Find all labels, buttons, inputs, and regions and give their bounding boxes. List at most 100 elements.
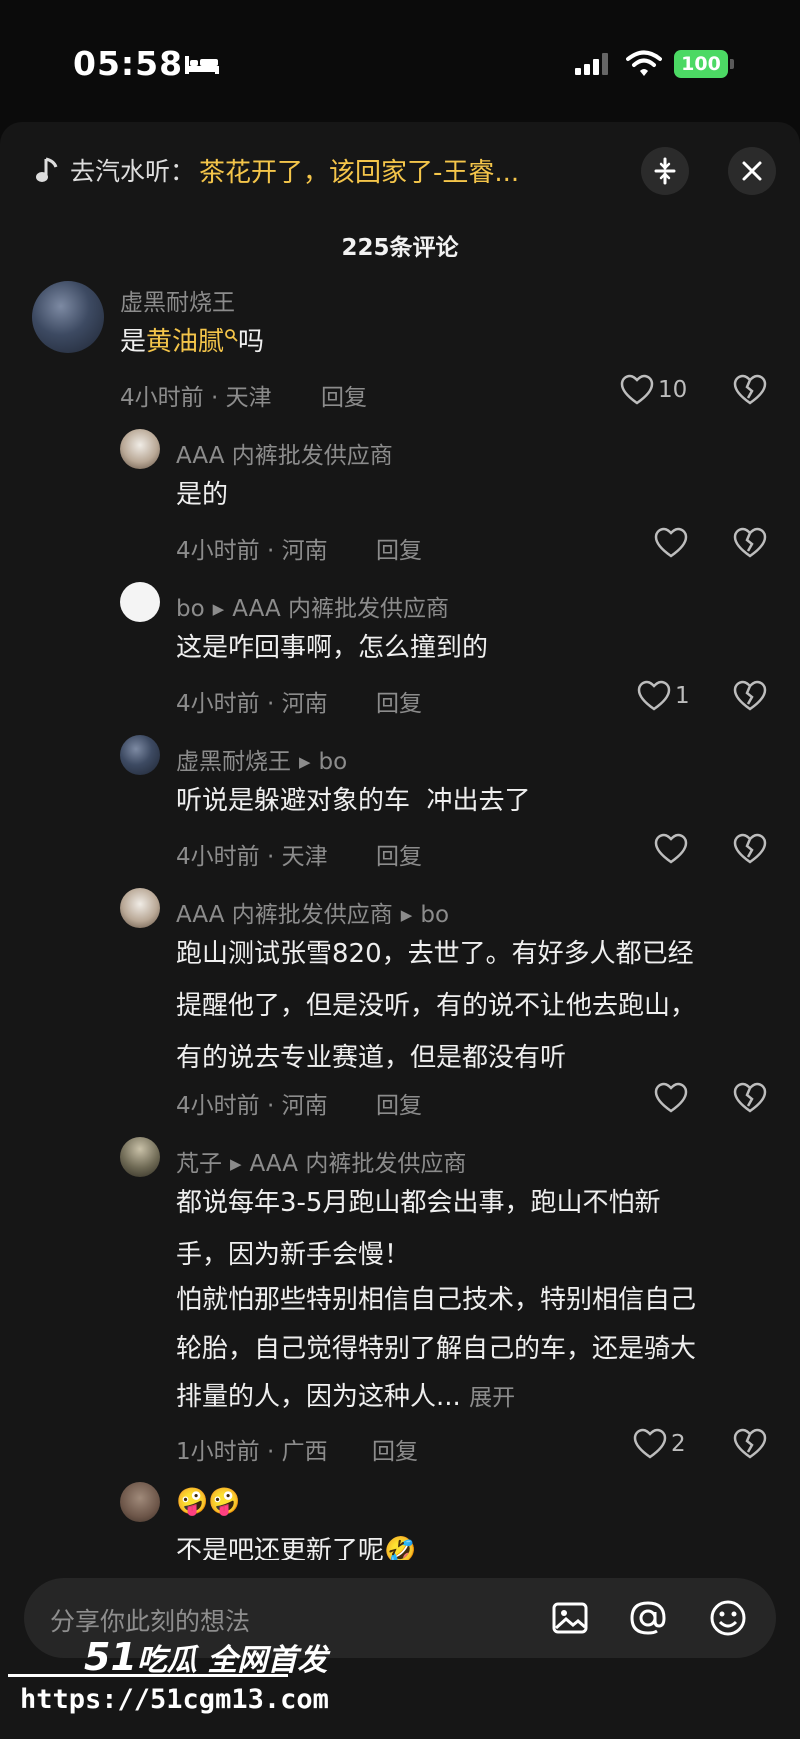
comment-text-line: 有的说去专业赛道，但是都没有听 xyxy=(176,1043,567,1073)
avatar[interactable] xyxy=(120,429,160,469)
comment-input-placeholder: 分享你此刻的想法 xyxy=(50,1607,251,1636)
battery-indicator: 100 xyxy=(674,50,728,78)
comment-count: 225条评论 xyxy=(341,235,459,261)
comment-text-truncated: 排量的人，因为这种人... xyxy=(176,1382,461,1412)
collapse-icon xyxy=(654,157,676,185)
search-icon xyxy=(225,329,238,342)
broken-heart-icon[interactable] xyxy=(733,833,767,865)
music-prefix: 去汽水听： xyxy=(70,157,196,186)
like-button[interactable] xyxy=(654,527,692,559)
status-time: 05:58 xyxy=(73,44,184,83)
at-icon[interactable] xyxy=(628,1598,668,1638)
comment-text-line: 排量的人，因为这种人... 展开 xyxy=(176,1373,515,1422)
comment-text-line: 提醒他了，但是没听，有的说不让他去跑山， xyxy=(176,991,697,1021)
comment-author[interactable]: 芃子 ▶ AAA 内裤批发供应商 xyxy=(176,1144,466,1178)
comment-author[interactable]: AAA 内裤批发供应商 xyxy=(176,436,393,470)
reply-button[interactable]: 回复 xyxy=(376,1086,422,1120)
comment-meta: 4小时前 · 河南 xyxy=(176,1093,328,1119)
broken-heart-icon[interactable] xyxy=(733,374,767,406)
reply-button[interactable]: 回复 xyxy=(376,684,422,718)
emoji-icon[interactable] xyxy=(708,1598,748,1638)
music-link[interactable]: 去汽水听： 茶花开了，该回家了-王睿... xyxy=(36,150,519,190)
heart-icon xyxy=(637,680,671,711)
image-icon[interactable] xyxy=(550,1598,590,1638)
broken-heart-icon[interactable] xyxy=(733,1428,767,1460)
reply-target: bo xyxy=(420,902,450,928)
heart-icon xyxy=(633,1428,667,1459)
avatar[interactable] xyxy=(120,1137,160,1177)
comment-text: 是黄油腻吗 xyxy=(120,318,264,366)
like-button[interactable]: 2 xyxy=(633,1428,686,1460)
comment-meta: 1小时前 · 广西 xyxy=(176,1439,328,1465)
reply-arrow-icon: ▶ xyxy=(230,1155,242,1173)
like-button[interactable] xyxy=(654,1082,692,1114)
close-icon xyxy=(742,161,762,181)
comment-text-line: 轮胎，自己觉得特别了解自己的车，还是骑大 xyxy=(176,1334,697,1364)
avatar[interactable] xyxy=(120,582,160,622)
reply-target: AAA 内裤批发供应商 xyxy=(249,1151,467,1177)
comment-author[interactable]: 虚黑耐烧王 ▶ bo xyxy=(176,742,347,776)
heart-icon xyxy=(620,374,654,405)
like-count: 2 xyxy=(671,1431,686,1457)
comment-text-line: 手，因为新手会慢！ xyxy=(176,1240,411,1270)
reply-button[interactable]: 回复 xyxy=(376,837,422,871)
expand-button[interactable]: 展开 xyxy=(469,1385,515,1411)
author-name: bo xyxy=(176,596,205,622)
reply-arrow-icon: ▶ xyxy=(400,906,413,924)
watermark-url: https://51cgm13.com xyxy=(20,1684,329,1715)
watermark-logo-text: 吃瓜 全网首发 xyxy=(136,1643,328,1678)
reply-button[interactable]: 回复 xyxy=(372,1432,418,1466)
music-note-icon xyxy=(36,157,58,182)
battery-nub xyxy=(730,59,734,69)
author-name: AAA 内裤批发供应商 xyxy=(176,902,393,928)
like-count: 10 xyxy=(658,377,688,403)
avatar[interactable] xyxy=(120,735,160,775)
comment-text-pre: 是 xyxy=(120,327,147,357)
comment-text: 听说是躲避对象的车 冲出去了 xyxy=(176,786,531,816)
like-button[interactable] xyxy=(654,833,692,865)
watermark-logo-number: 51 xyxy=(84,1635,137,1679)
like-count: 1 xyxy=(675,683,690,709)
close-button[interactable] xyxy=(728,147,776,195)
comment-author[interactable]: 虚黑耐烧王 xyxy=(120,283,235,317)
bed-icon xyxy=(185,56,219,74)
heart-icon xyxy=(654,1082,688,1113)
heart-icon xyxy=(654,833,688,864)
comment-author[interactable]: bo ▶ AAA 内裤批发供应商 xyxy=(176,589,449,623)
signal-icon xyxy=(575,53,608,75)
comment-emojis: 🤪🤪 xyxy=(176,1487,241,1517)
watermark-underline xyxy=(8,1674,288,1677)
comment-text: 是的 xyxy=(176,480,229,510)
reply-arrow-icon: ▶ xyxy=(299,753,311,771)
reply-target: AAA 内裤批发供应商 xyxy=(232,596,450,622)
avatar[interactable] xyxy=(120,888,160,928)
comment-meta: 4小时前 · 天津 xyxy=(176,844,328,870)
comment-text: 这是咋回事啊，怎么撞到的 xyxy=(176,633,489,663)
watermark-logo: 51吃瓜 全网首发 xyxy=(84,1635,327,1679)
author-name: 芃子 xyxy=(176,1151,222,1177)
like-button[interactable]: 10 xyxy=(620,374,687,406)
avatar[interactable] xyxy=(120,1482,160,1522)
comment-meta: 4小时前 · 河南 xyxy=(176,538,328,564)
like-button[interactable]: 1 xyxy=(637,680,690,712)
comment-text-line: 怕就怕那些特别相信自己技术，特别相信自己 xyxy=(176,1285,697,1315)
comment-author[interactable]: AAA 内裤批发供应商 ▶ bo xyxy=(176,895,449,929)
reply-target: bo xyxy=(318,749,348,775)
reply-arrow-icon: ▶ xyxy=(212,600,225,618)
search-keyword[interactable]: 黄油腻 xyxy=(146,327,224,357)
comment-text-post: 吗 xyxy=(238,327,265,357)
avatar[interactable] xyxy=(32,281,104,353)
broken-heart-icon[interactable] xyxy=(733,527,767,559)
music-title: 茶花开了，该回家了-王睿... xyxy=(199,157,520,188)
broken-heart-icon[interactable] xyxy=(733,1082,767,1114)
comment-text-line: 跑山测试张雪820，去世了。有好多人都已经 xyxy=(176,939,694,969)
reply-button[interactable]: 回复 xyxy=(376,531,422,565)
status-bar: 05:58 100 xyxy=(0,0,800,120)
comment-meta: 4小时前 · 河南 xyxy=(176,691,328,717)
broken-heart-icon[interactable] xyxy=(733,680,767,712)
reply-button[interactable]: 回复 xyxy=(321,378,367,412)
author-name: 虚黑耐烧王 xyxy=(176,749,291,775)
wifi-icon xyxy=(626,50,662,76)
collapse-button[interactable] xyxy=(641,147,689,195)
comment-text-line: 都说每年3-5月跑山都会出事，跑山不怕新 xyxy=(176,1188,661,1218)
